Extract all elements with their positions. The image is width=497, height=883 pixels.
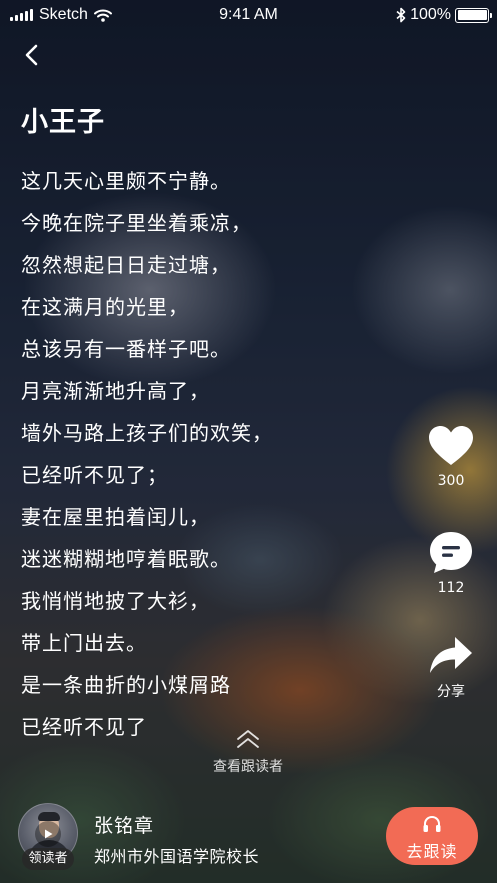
back-button[interactable] xyxy=(18,40,48,70)
poem-line: 我悄悄地披了大衫， xyxy=(21,589,210,613)
poem-line: 月亮渐渐地升高了， xyxy=(21,379,210,403)
comment-count: 112 xyxy=(437,580,465,596)
view-followers-label: 查看跟读者 xyxy=(213,759,283,775)
poem-line: 在这满月的光里， xyxy=(21,295,189,319)
reader-name: 张铭章 xyxy=(94,815,155,837)
headphones-icon xyxy=(423,815,441,832)
battery-icon xyxy=(455,7,492,23)
follow-read-button[interactable]: 去跟读 xyxy=(386,807,478,865)
poem-line: 总该另有一番样子吧。 xyxy=(21,337,231,361)
like-count: 300 xyxy=(437,473,465,489)
double-chevron-up-icon xyxy=(237,730,259,748)
page-title: 小王子 xyxy=(21,107,105,138)
poem-line: 这几天心里颇不宁静。 xyxy=(21,169,231,193)
bluetooth-icon xyxy=(396,7,406,23)
poem-line: 忽然想起日日走过塘， xyxy=(21,253,231,277)
reader-bar: 领读者 张铭章 郑州市外国语学院校长 去跟读 xyxy=(0,795,497,883)
like-button[interactable]: 300 xyxy=(427,425,475,489)
lead-reader-badge: 领读者 xyxy=(22,848,74,870)
play-button[interactable] xyxy=(35,821,61,847)
poem-text: 这几天心里颇不宁静。 今晚在院子里坐着乘凉， 忽然想起日日走过塘， 在这满月的光… xyxy=(21,165,273,753)
share-label: 分享 xyxy=(437,684,465,700)
poem-line: 迷迷糊糊地哼着眠歌。 xyxy=(21,547,231,571)
heart-icon xyxy=(429,426,473,465)
poem-line: 带上门出去。 xyxy=(21,631,147,655)
play-icon xyxy=(45,829,53,839)
poem-line: 墙外马路上孩子们的欢笑， xyxy=(21,421,273,445)
poem-line: 是一条曲折的小煤屑路 xyxy=(21,673,231,697)
reader-title: 郑州市外国语学院校长 xyxy=(94,847,260,866)
view-followers-button[interactable]: 查看跟读者 xyxy=(198,728,298,776)
comment-button[interactable]: 112 xyxy=(427,530,475,596)
chevron-left-icon xyxy=(25,44,38,66)
poem-line: 已经听不见了； xyxy=(21,463,168,487)
comment-bubble-icon xyxy=(430,532,472,573)
poem-line: 妻在屋里拍着闰儿， xyxy=(21,505,210,529)
battery-percent: 100% xyxy=(410,6,451,23)
share-button[interactable]: 分享 xyxy=(427,635,475,701)
poem-line: 今晚在院子里坐着乘凉， xyxy=(21,211,252,235)
follow-read-label: 去跟读 xyxy=(406,842,458,861)
share-arrow-icon xyxy=(430,637,472,673)
status-bar: Sketch 9:41 AM 100% xyxy=(0,0,497,30)
